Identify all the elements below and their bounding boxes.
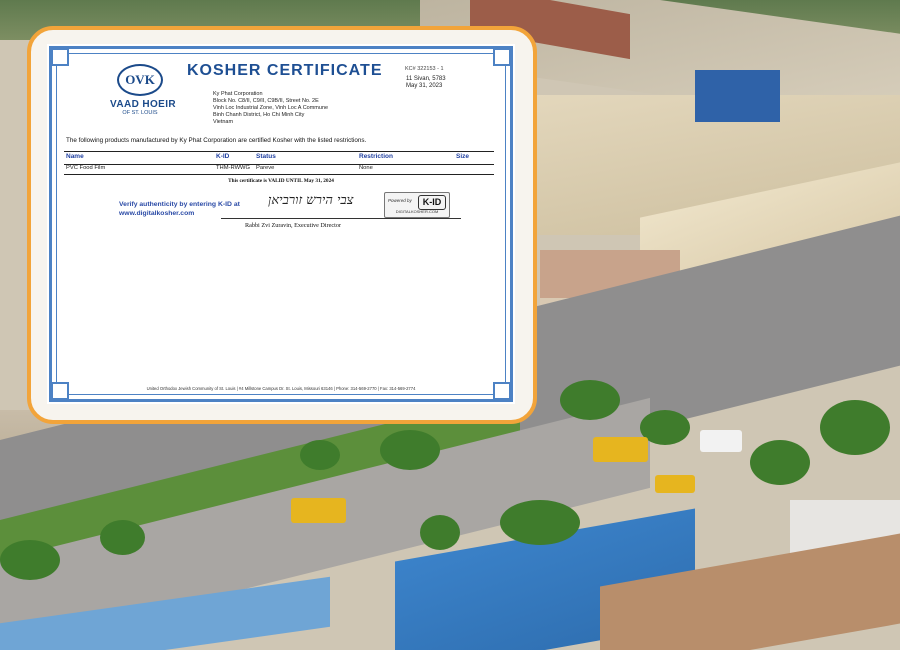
address-line: Vinh Loc Industrial Zone, Vinh Loc A Com… <box>213 105 329 112</box>
product-name: PVC Food Film <box>66 165 106 171</box>
kosher-certificate: OVK VAAD HOEIR OF ST. LOUIS KOSHER CERTI… <box>47 44 515 404</box>
tree <box>300 440 340 470</box>
white-truck <box>700 430 742 452</box>
kc-number: KC# 322153 - 1 <box>405 66 444 72</box>
table-row: PVC Food Film THM-RWWG Pareve None <box>64 164 494 175</box>
badge-url: DIGITALKOSHER.COM <box>395 209 439 214</box>
certification-statement: The following products manufactured by K… <box>66 137 367 144</box>
tree <box>500 500 580 545</box>
org-subtitle: OF ST. LOUIS <box>122 110 158 116</box>
certificate-title: KOSHER CERTIFICATE <box>187 62 383 79</box>
tree <box>100 520 145 555</box>
address-line: Block No. C8/II, C9/II, C9B/II, Street N… <box>213 98 319 105</box>
column-header-name: Name <box>66 153 84 160</box>
certificate-footer: United Orthodox Jewish Community of St. … <box>146 386 416 391</box>
product-kid: THM-RWWG <box>216 165 251 171</box>
column-header-kid: K-ID <box>216 153 230 160</box>
kid-logo: K-ID <box>418 195 446 210</box>
signer-name: Rabbi Zvi Zuravin, Executive Director <box>245 222 342 229</box>
tree <box>560 380 620 420</box>
tree <box>420 515 460 550</box>
tree <box>750 440 810 485</box>
tree <box>0 540 60 580</box>
tree <box>820 400 890 455</box>
address-line: Vietnam <box>213 119 234 126</box>
signature-line <box>221 218 461 219</box>
corner-ornament <box>493 382 511 400</box>
yellow-truck <box>291 498 346 523</box>
yellow-truck <box>655 475 695 493</box>
org-name: VAAD HOEIR <box>110 99 177 110</box>
validity-statement: This certificate is VALID UNTIL May 31, … <box>228 178 334 184</box>
blue-building <box>695 70 780 122</box>
product-status: Pareve <box>256 165 275 171</box>
corner-ornament <box>493 48 511 66</box>
product-restriction: None <box>359 165 373 171</box>
company-address: Ky Phat Corporation Block No. C8/II, C9/… <box>213 91 328 126</box>
verify-link[interactable]: www.digitalkosher.com <box>119 209 240 218</box>
verify-text: Verify authenticity by entering K-ID at <box>119 201 240 208</box>
address-line: Binh Chanh District, Ho Chi Minh City <box>213 112 305 119</box>
corner-ornament <box>51 382 69 400</box>
handwritten-signature: צבי הירש זורביאן <box>268 193 354 208</box>
badge-powered-by: Powered by <box>388 198 412 203</box>
kid-badge: Powered by K-ID DIGITALKOSHER.COM <box>384 192 450 218</box>
column-header-size: Size <box>456 153 470 160</box>
column-header-status: Status <box>256 153 276 160</box>
tree <box>380 430 440 470</box>
corner-ornament <box>51 48 69 66</box>
yellow-truck <box>593 437 648 462</box>
issue-date: May 31, 2023 <box>406 83 443 89</box>
vaad-hoeir-logo: OVK VAAD HOEIR OF ST. LOUIS <box>110 64 177 116</box>
product-table-header: Name K-ID Status Restriction Size <box>64 151 494 165</box>
address-line: Ky Phat Corporation <box>213 91 263 97</box>
verify-instructions: Verify authenticity by entering K-ID at … <box>119 200 240 218</box>
ovk-logo-mark: OVK <box>117 64 163 96</box>
column-header-restriction: Restriction <box>359 153 393 160</box>
hebrew-date: 11 Sivan, 5783 <box>406 76 446 82</box>
